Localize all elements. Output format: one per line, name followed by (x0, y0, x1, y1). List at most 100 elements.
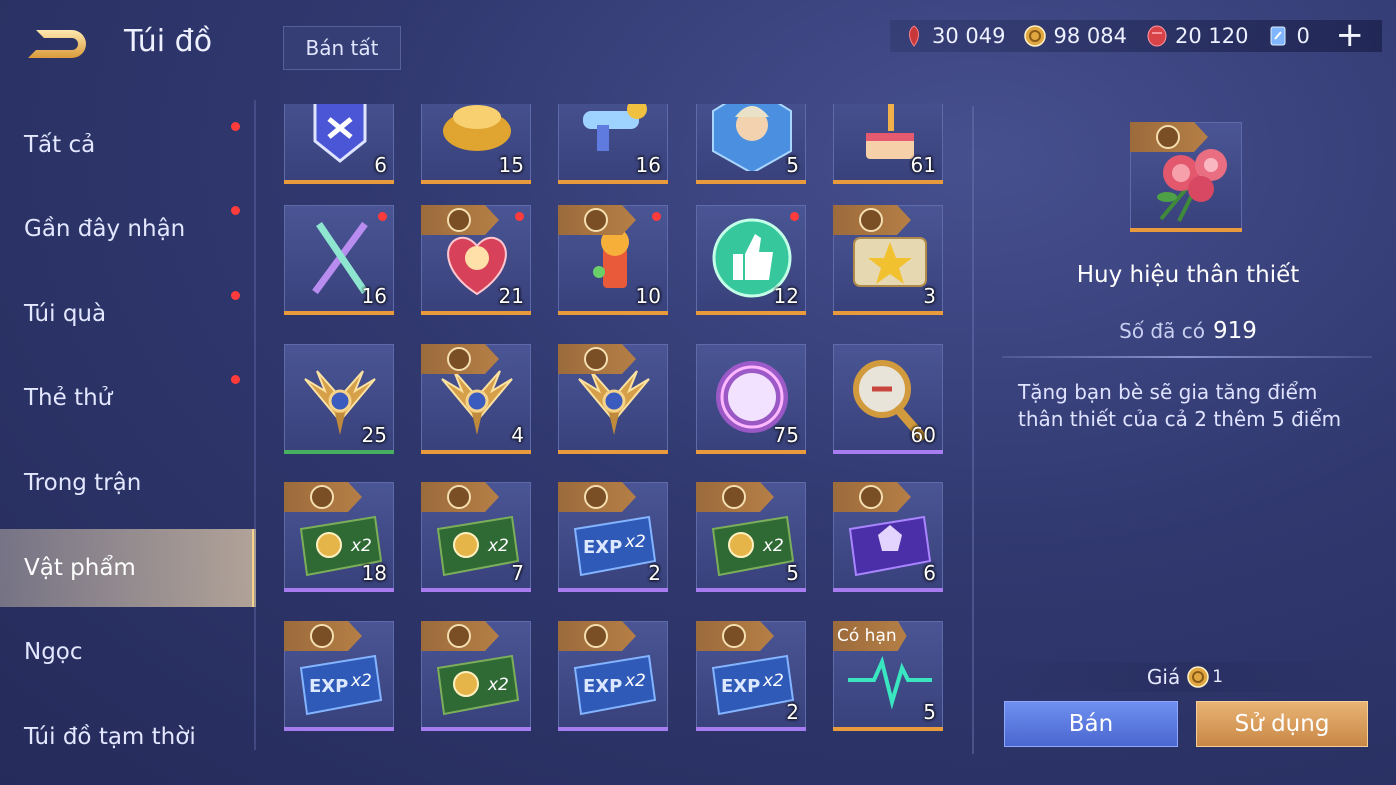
inventory-slot[interactable]: 15 (421, 104, 531, 184)
bound-ribbon (833, 482, 911, 512)
price-row: Giá 1 (990, 662, 1380, 692)
currency-red-voucher[interactable]: 30 049 (902, 24, 1005, 48)
rarity-bar (696, 727, 806, 731)
bound-ribbon (558, 482, 636, 512)
owned-label: Số đã có (1119, 319, 1205, 343)
limited-tag: Có hạn (833, 621, 907, 651)
inventory-slot[interactable]: x2 18 (284, 482, 394, 592)
sidebar-item-temporary-bag[interactable]: Túi đồ tạm thời (0, 698, 256, 776)
svg-text:EXP: EXP (583, 537, 622, 558)
rarity-bar (558, 450, 668, 454)
rarity-bar (421, 727, 531, 731)
use-button[interactable]: Sử dụng (1196, 701, 1368, 747)
sidebar-divider (254, 100, 256, 750)
notification-dot (378, 212, 387, 221)
sidebar-item-label: Tất cả (24, 132, 96, 158)
notification-dot (231, 291, 240, 300)
rarity-bar (284, 180, 394, 184)
inventory-slot[interactable]: 6 (833, 482, 943, 592)
currency-value: 0 (1296, 24, 1310, 48)
owned-value: 919 (1212, 318, 1257, 344)
inventory-slot[interactable]: 6 (284, 104, 394, 184)
coin-icon (722, 485, 746, 509)
svg-text:x2: x2 (624, 671, 646, 691)
inventory-slot[interactable]: x2 5 (696, 482, 806, 592)
inventory-slot[interactable]: x2 7 (421, 482, 531, 592)
rarity-bar (696, 311, 806, 315)
inventory-slot[interactable]: Có hạn 5 (833, 621, 943, 731)
rarity-bar (421, 311, 531, 315)
coin-icon (1156, 125, 1180, 149)
sidebar-item-label: Trong trận (24, 470, 142, 496)
coin-icon (447, 485, 471, 509)
item-quantity: 5 (923, 700, 936, 724)
notification-dot (515, 212, 524, 221)
item-quantity: 18 (361, 561, 387, 585)
sidebar-item-items[interactable]: Vật phẩm (0, 529, 256, 607)
sidebar-item-recent[interactable]: Gần đây nhận (0, 190, 256, 268)
price-value: 1 (1212, 667, 1224, 687)
sell-all-button[interactable]: Bán tất (283, 26, 401, 70)
currency-ruby-gem[interactable]: 20 120 (1145, 24, 1248, 48)
rarity-bar (696, 450, 806, 454)
bound-ribbon (696, 621, 774, 651)
notification-dot (652, 212, 661, 221)
inventory-slot[interactable]: 5 (696, 104, 806, 184)
coin-icon (447, 347, 471, 371)
svg-text:x2: x2 (350, 671, 372, 691)
inventory-slot[interactable]: x2 (421, 621, 531, 731)
inventory-slot[interactable]: EXP x2 (284, 621, 394, 731)
currency-value: 98 084 (1053, 24, 1127, 48)
rarity-bar (833, 311, 943, 315)
inventory-slot[interactable]: 16 (558, 104, 668, 184)
bound-ribbon (696, 482, 774, 512)
sidebar-item-label: Túi quà (24, 301, 107, 327)
currency-value: 20 120 (1174, 24, 1249, 48)
sidebar-item-in-match[interactable]: Trong trận (0, 444, 256, 522)
item-quantity: 7 (511, 561, 524, 585)
inventory-slot[interactable]: EXP x2 (558, 621, 668, 731)
item-quantity: 3 (923, 284, 936, 308)
grid-divider (972, 106, 974, 754)
inventory-slot[interactable]: 21 (421, 205, 531, 315)
inventory-slot[interactable] (558, 344, 668, 454)
rarity-bar (833, 180, 943, 184)
inventory-slot[interactable]: 3 (833, 205, 943, 315)
coin-icon (584, 208, 608, 232)
page-title: Túi đồ (124, 24, 213, 59)
inventory-slot[interactable]: EXP x2 2 (696, 621, 806, 731)
currency-blue-crystal[interactable]: 0 (1266, 24, 1310, 48)
inventory-slot[interactable]: 10 (558, 205, 668, 315)
inventory-slot[interactable]: 16 (284, 205, 394, 315)
item-quantity: 75 (773, 423, 799, 447)
item-quantity: 5 (786, 561, 799, 585)
inventory-slot[interactable]: 4 (421, 344, 531, 454)
sell-button[interactable]: Bán (1004, 701, 1178, 747)
inventory-slot[interactable]: 61 (833, 104, 943, 184)
currency-gold-coin[interactable]: 98 084 (1023, 24, 1127, 48)
gold-coin-icon (1024, 25, 1047, 47)
inventory-slot[interactable]: 75 (696, 344, 806, 454)
add-currency-button[interactable]: + (1336, 17, 1365, 53)
item-quantity: 16 (361, 284, 387, 308)
back-button[interactable] (22, 22, 96, 68)
inventory-slot[interactable]: 60 (833, 344, 943, 454)
coin-icon (584, 485, 608, 509)
bound-ribbon (421, 621, 499, 651)
rarity-bar (558, 180, 668, 184)
svg-text:x2: x2 (762, 536, 784, 556)
ruby-gem-icon (1147, 25, 1167, 47)
inventory-slot[interactable]: EXP x2 2 (558, 482, 668, 592)
rarity-bar (284, 311, 394, 315)
inventory-slot[interactable]: 12 (696, 205, 806, 315)
sidebar-item-trial-cards[interactable]: Thẻ thử (0, 359, 256, 437)
sidebar-item-label: Gần đây nhận (24, 216, 186, 242)
currency-value: 30 049 (932, 24, 1006, 48)
inventory-slot[interactable]: 25 (284, 344, 394, 454)
sidebar-item-gift-bag[interactable]: Túi quà (0, 275, 256, 353)
hero-portrait-card-icon (712, 104, 792, 171)
sidebar-item-gems[interactable]: Ngọc (0, 613, 256, 691)
sidebar-item-all[interactable]: Tất cả (0, 106, 256, 184)
rarity-bar (558, 588, 668, 592)
svg-text:x2: x2 (624, 532, 646, 552)
